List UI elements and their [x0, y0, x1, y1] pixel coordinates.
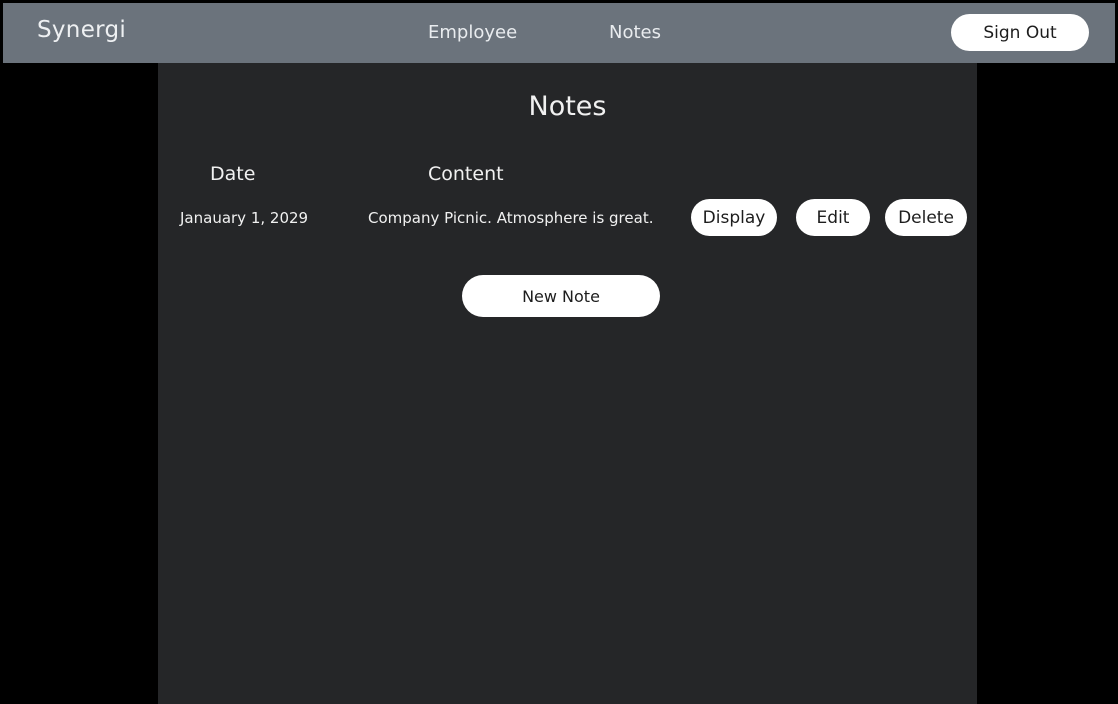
note-content: Company Picnic. Atmosphere is great.: [368, 209, 654, 227]
column-header-date: Date: [210, 163, 256, 185]
brand-logo-text[interactable]: Synergi: [37, 17, 126, 43]
sign-out-button[interactable]: Sign Out: [951, 14, 1089, 51]
new-note-button[interactable]: New Note: [462, 275, 660, 317]
display-button[interactable]: Display: [691, 199, 777, 236]
delete-button[interactable]: Delete: [885, 199, 967, 236]
note-date: Janauary 1, 2029: [180, 209, 309, 227]
edit-button[interactable]: Edit: [796, 199, 870, 236]
app-window: Synergi Employee Notes Sign Out Notes Da…: [3, 3, 1115, 704]
top-navbar: Synergi Employee Notes Sign Out: [3, 3, 1115, 63]
page-title: Notes: [528, 91, 607, 122]
notes-panel: Notes Date Content Janauary 1, 2029 Comp…: [158, 63, 977, 704]
nav-link-employee[interactable]: Employee: [428, 22, 517, 43]
nav-link-notes[interactable]: Notes: [609, 22, 661, 43]
column-header-content: Content: [428, 163, 504, 185]
